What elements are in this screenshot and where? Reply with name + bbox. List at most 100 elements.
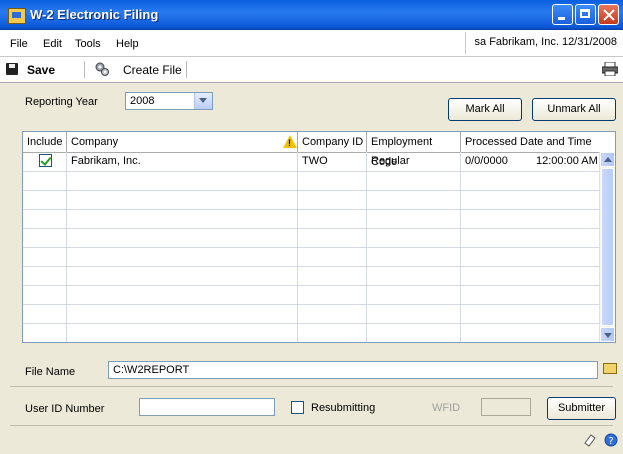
mark-all-button[interactable]: Mark All (448, 98, 522, 121)
resubmitting-checkbox[interactable] (291, 401, 304, 414)
submitter-button[interactable]: Submitter (547, 397, 616, 420)
user-id-label: User ID Number (25, 403, 105, 415)
grid-cell (367, 323, 461, 342)
grid-cell (367, 171, 461, 190)
file-name-label: File Name (25, 366, 76, 378)
folder-icon[interactable] (603, 363, 617, 374)
table-row[interactable] (23, 266, 600, 286)
grid-cell (67, 209, 298, 228)
include-cell (23, 152, 67, 171)
grid-cell (67, 285, 298, 304)
file-name-value: C:\W2REPORT (113, 364, 190, 376)
grid-cell (298, 228, 367, 247)
save-icon[interactable] (6, 63, 18, 75)
column-include[interactable]: Include (23, 132, 67, 152)
title-bar[interactable]: W-2 Electronic Filing (0, 0, 623, 30)
minimize-button[interactable] (552, 4, 573, 25)
note-icon[interactable] (583, 433, 597, 447)
reporting-year-label: Reporting Year (25, 96, 98, 108)
create-file-button[interactable]: Create File (123, 63, 182, 77)
table-row[interactable] (23, 285, 600, 305)
grid-cell (23, 171, 67, 190)
menu-edit[interactable]: Edit (43, 38, 62, 50)
table-row[interactable] (23, 228, 600, 248)
grid-cell (67, 266, 298, 285)
menu-file[interactable]: File (10, 38, 28, 50)
grid-cell (23, 304, 67, 323)
processed-date-value: 0/0/0000 (465, 155, 508, 167)
grid-cell (23, 190, 67, 209)
table-row[interactable] (23, 209, 600, 229)
grid-cell (67, 228, 298, 247)
grid-cell (298, 323, 367, 342)
grid-cell (23, 228, 67, 247)
grid-cell (67, 190, 298, 209)
scroll-up-icon[interactable] (600, 152, 615, 167)
warning-icon-mark: ! (288, 138, 291, 148)
grid-cell (461, 323, 600, 342)
column-company-id[interactable]: Company ID (298, 132, 367, 152)
employment-code-cell: Regular (367, 152, 461, 171)
resubmitting-label: Resubmitting (311, 402, 376, 414)
grid-cell (367, 228, 461, 247)
grid-cell (367, 266, 461, 285)
w2-electronic-filing-window: W-2 Electronic Filing File Edit Tools He… (0, 0, 623, 454)
grid-cell (23, 266, 67, 285)
grid-cell (461, 209, 600, 228)
grid-cell (367, 247, 461, 266)
grid-cell (367, 190, 461, 209)
grid-cell (461, 247, 600, 266)
section-divider (10, 386, 613, 387)
table-row[interactable]: Fabrikam, Inc. TWO Regular 0/0/0000 12:0… (23, 152, 600, 172)
grid-scrollbar[interactable] (599, 152, 615, 342)
wfid-label: WFID (432, 402, 461, 414)
processed-date-cell: 0/0/0000 12:00:00 AM (461, 152, 600, 171)
toolbar-divider (84, 61, 85, 78)
grid-cell (298, 247, 367, 266)
unmark-all-button[interactable]: Unmark All (532, 98, 616, 121)
printer-icon[interactable] (602, 62, 618, 76)
toolbar-divider (186, 61, 187, 78)
grid-cell (298, 266, 367, 285)
include-checkbox[interactable] (39, 154, 52, 167)
reporting-year-select[interactable]: 2008 (125, 92, 213, 110)
menu-help[interactable]: Help (116, 38, 139, 50)
grid-cell (67, 247, 298, 266)
bottom-divider (10, 425, 613, 426)
grid-cell (461, 228, 600, 247)
svg-text:?: ? (608, 436, 613, 447)
help-icon[interactable]: ? (604, 433, 618, 447)
chevron-down-icon[interactable] (194, 93, 212, 109)
column-processed-date[interactable]: Processed Date and Time (461, 132, 615, 152)
grid-header: Include Company ! Company ID Employment … (23, 132, 615, 168)
wfid-field (481, 398, 531, 416)
menu-tools[interactable]: Tools (75, 38, 101, 50)
grid-cell (298, 190, 367, 209)
grid-cell (367, 285, 461, 304)
gears-icon[interactable] (94, 61, 110, 77)
table-row[interactable] (23, 247, 600, 267)
grid-cell (298, 171, 367, 190)
grid-cell (367, 304, 461, 323)
grid-cell (298, 304, 367, 323)
column-employment-code[interactable]: Employment Code (367, 132, 461, 168)
file-name-field[interactable]: C:\W2REPORT (108, 361, 598, 379)
table-row[interactable] (23, 171, 600, 191)
table-row[interactable] (23, 190, 600, 210)
company-id-cell: TWO (298, 152, 367, 171)
processed-time-value: 12:00:00 AM (536, 155, 598, 167)
user-company-date: sa Fabrikam, Inc. 12/31/2008 (474, 36, 617, 48)
scroll-thumb[interactable] (601, 168, 614, 326)
save-button[interactable]: Save (27, 63, 55, 77)
grid-cell (298, 209, 367, 228)
company-cell: Fabrikam, Inc. (67, 152, 298, 171)
scroll-down-icon[interactable] (600, 327, 615, 342)
table-row[interactable] (23, 323, 600, 342)
grid-cell (23, 247, 67, 266)
user-id-field[interactable] (139, 398, 275, 416)
grid-cell (461, 171, 600, 190)
table-row[interactable] (23, 304, 600, 324)
column-company[interactable]: Company (67, 132, 298, 152)
close-button[interactable] (598, 4, 619, 25)
maximize-button[interactable] (575, 4, 596, 25)
